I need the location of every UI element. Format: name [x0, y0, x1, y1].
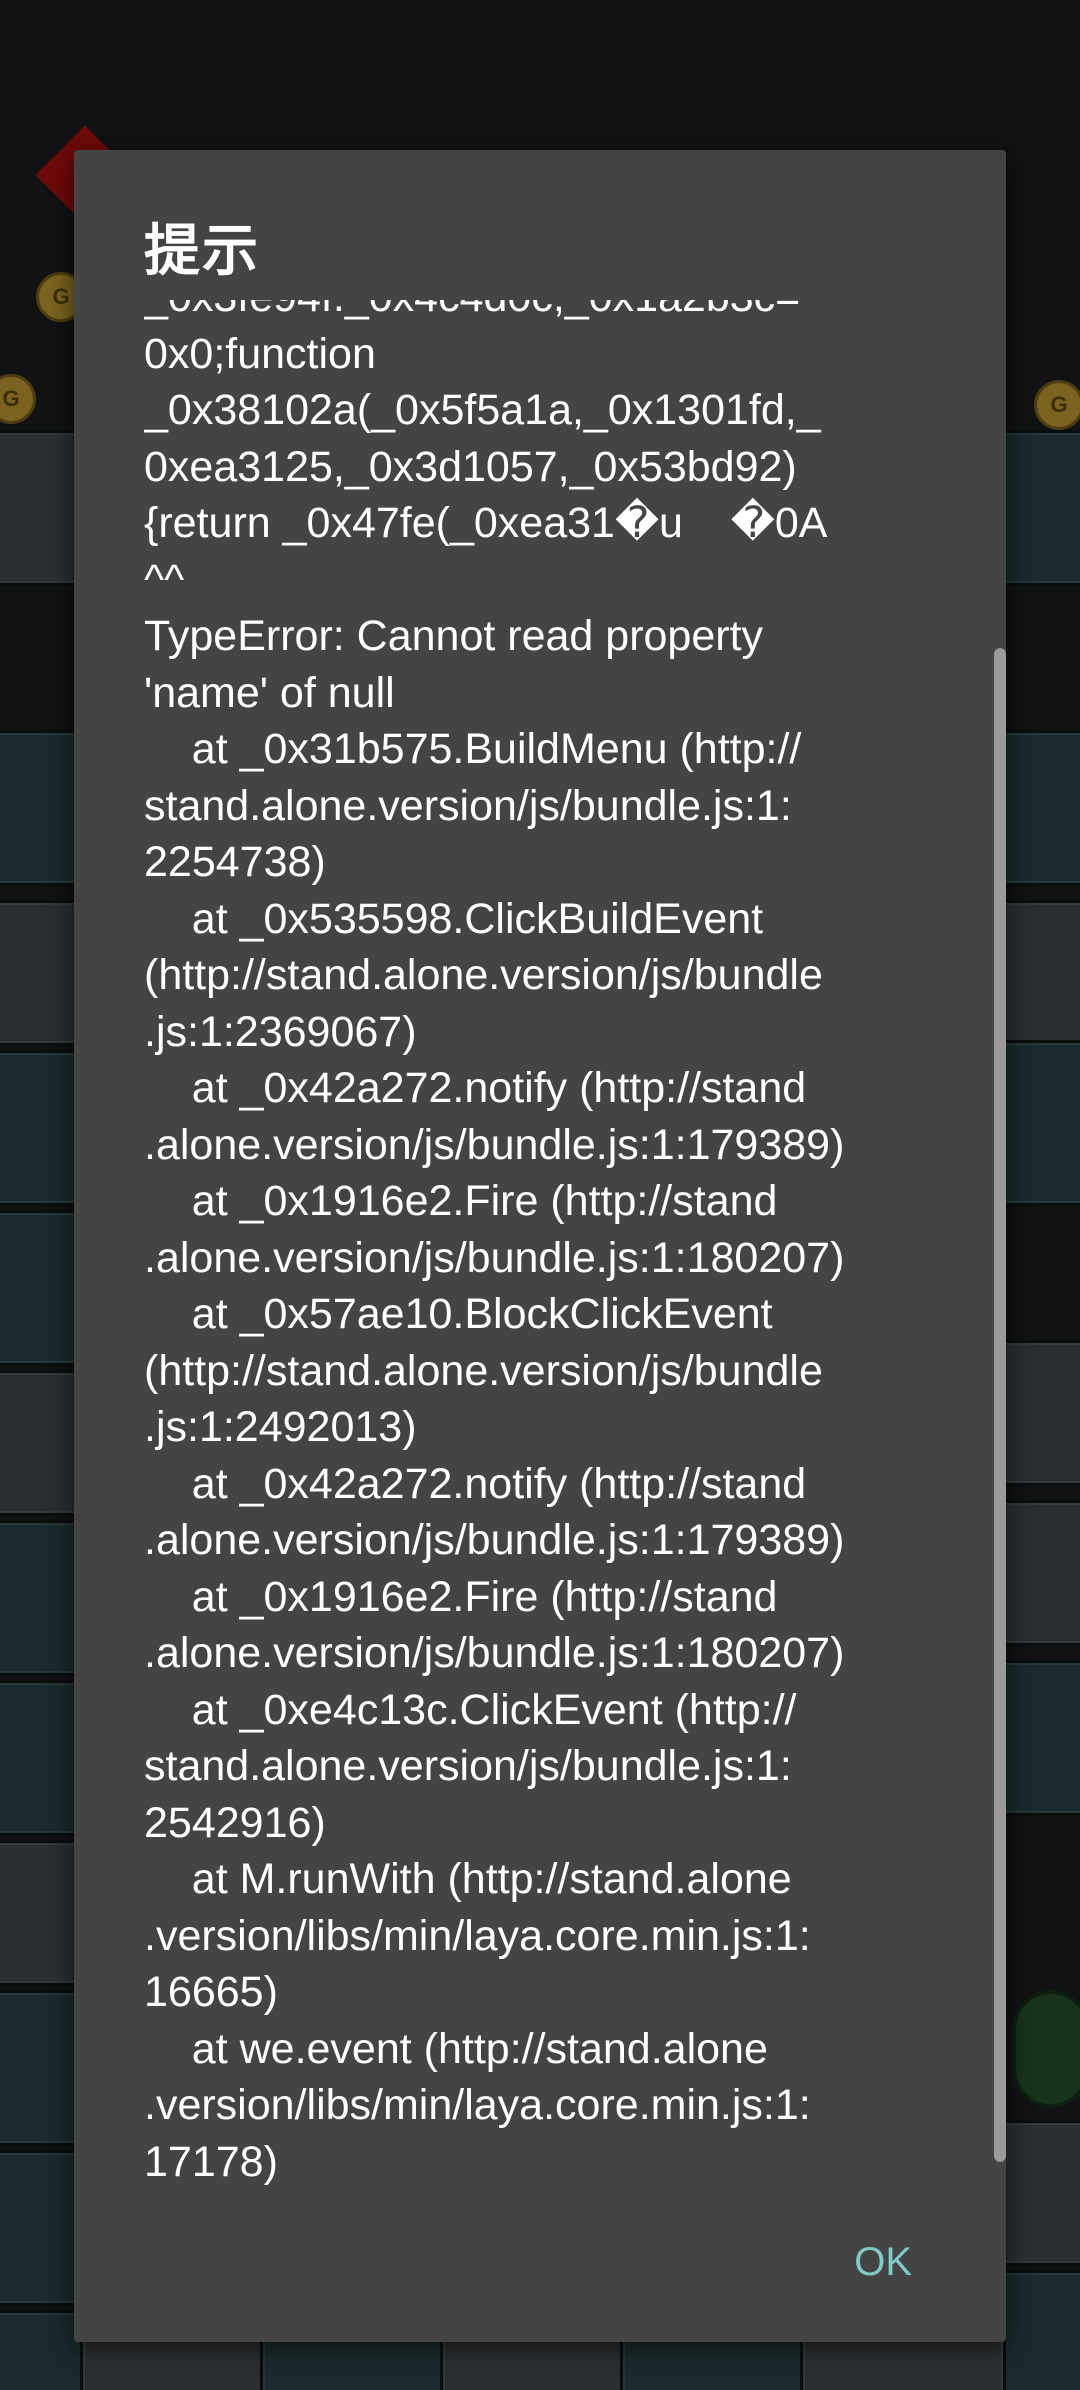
- message-line: at _0x1916e2.Fire (http://stand: [144, 1572, 778, 1621]
- game-tile: [1000, 2120, 1080, 2266]
- message-line: at _0x42a272.notify (http://stand: [144, 1459, 807, 1508]
- game-tile: [1000, 2270, 1080, 2390]
- message-line: .js:1:2369067): [144, 1007, 417, 1056]
- message-line: .alone.version/js/bundle.js:1:179389): [144, 1516, 845, 1564]
- message-line: .version/libs/min/laya.core.min.js:1:: [144, 2081, 811, 2129]
- message-line: at _0x1916e2.Fire (http://stand: [144, 1177, 778, 1225]
- game-tile: [1000, 1660, 1080, 1816]
- message-text: _0x3fe94f._0x4c4d0c;_0x1a2b3c= 0x0;functi…: [144, 300, 984, 2190]
- message-line: at M.runWith (http://stand.alone: [144, 1855, 792, 1903]
- message-line: _0x38102a(_0x5f5a1a,_0x1301fd,_: [144, 386, 821, 434]
- message-line: 0x0;function: [144, 329, 376, 378]
- message-line: at _0x535598.ClickBuildEvent: [144, 894, 764, 943]
- game-tile: [1000, 1040, 1080, 1206]
- message-line: at _0x57ae10.BlockClickEvent: [144, 1290, 773, 1338]
- message-line: stand.alone.version/js/bundle.js:1:: [144, 1742, 792, 1790]
- game-tile: [1000, 430, 1080, 586]
- message-line: .version/libs/min/laya.core.min.js:1:: [144, 1911, 811, 1960]
- message-line: stand.alone.version/js/bundle.js:1:: [144, 781, 792, 830]
- error-dialog: 提示 _0x3fe94f._0x4c4d0c;_0x1a2b3c= 0x0;fun…: [74, 150, 1006, 2342]
- message-line: 0xea3125,_0x3d1057,_0x53bd92): [144, 442, 797, 491]
- message-line: 2254738): [144, 838, 326, 886]
- message-line: .alone.version/js/bundle.js:1:180207): [144, 1233, 845, 1282]
- message-line: .js:1:2492013): [144, 1403, 417, 1451]
- message-line: _0x3fe94f._0x4c4d0c;_0x1a2b3c=: [144, 300, 984, 326]
- message-line: at _0xe4c13c.ClickEvent (http://: [144, 1685, 797, 1734]
- message-line: at _0x31b575.BuildMenu (http://: [144, 725, 802, 773]
- game-tile: [1000, 1500, 1080, 1646]
- dialog-message[interactable]: _0x3fe94f._0x4c4d0c;_0x1a2b3c= 0x0;functi…: [144, 300, 984, 2290]
- game-tile: [1000, 730, 1080, 886]
- dialog-title: 提示: [144, 219, 260, 282]
- ok-button[interactable]: OK: [850, 2230, 916, 2295]
- message-line: 'name' of null: [144, 668, 395, 717]
- screen: G G G G G 提示 _0x3f: [0, 0, 1080, 2390]
- green-badge-icon: [1012, 1990, 1080, 2108]
- game-tile: [1000, 1340, 1080, 1486]
- message-line: .alone.version/js/bundle.js:1:179389): [144, 1120, 845, 1169]
- message-line: ^^: [144, 555, 185, 604]
- coin-icon: G: [0, 374, 36, 424]
- message-line: (http://stand.alone.version/js/bundle: [144, 1346, 823, 1395]
- game-tile: [1000, 900, 1080, 1046]
- message-line: at _0x42a272.notify (http://stand: [144, 1064, 807, 1112]
- message-line: .alone.version/js/bundle.js:1:180207): [144, 1629, 845, 1677]
- message-line: 17178): [144, 2137, 278, 2186]
- message-line: TypeError: Cannot read property: [144, 612, 764, 660]
- message-line: 2542916): [144, 1798, 326, 1847]
- message-line: at we.event (http://stand.alone: [144, 2024, 768, 2073]
- message-line: 16665): [144, 1968, 278, 2016]
- message-line: {return _0x47fe(_0xea31�u �0A: [144, 499, 828, 547]
- coin-icon: G: [1034, 380, 1080, 430]
- message-scrollbar[interactable]: [994, 648, 1006, 2162]
- message-line: (http://stand.alone.version/js/bundle: [144, 951, 823, 999]
